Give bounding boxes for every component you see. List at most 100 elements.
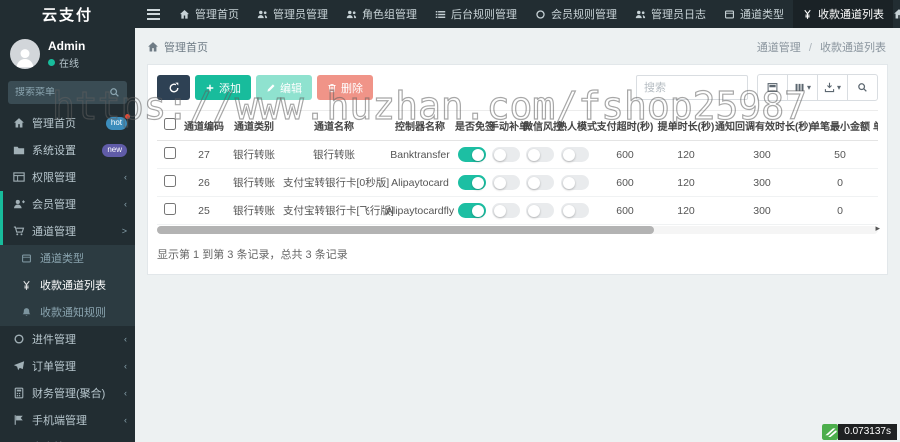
pencil-icon (267, 84, 275, 92)
toggle-微信风控[interactable] (526, 147, 554, 162)
toggle-手动补单[interactable] (492, 147, 520, 162)
toggle-是否免签[interactable] (458, 203, 486, 218)
columns-button[interactable]: ▾ (787, 74, 818, 101)
nav-item-label: 通道类型 (740, 9, 784, 21)
row-checkbox[interactable] (164, 147, 176, 159)
search-icon (858, 83, 867, 92)
sidebar-item-member[interactable]: 会员管理 ‹ (0, 190, 135, 218)
col-header: 微信风控 (523, 110, 563, 141)
nav-item-admin-manage[interactable]: 管理员管理 (248, 0, 337, 28)
thinkphp-logo-icon (822, 424, 839, 440)
nav-item-payment-channel-list[interactable]: 收款通道列表 (793, 0, 893, 28)
horizontal-scrollbar[interactable]: ▸ (157, 223, 880, 234)
app-logo: 云支付 (0, 0, 135, 28)
cell-notify: 300 (715, 196, 809, 225)
toggle-是否免签[interactable] (458, 175, 486, 190)
edit-button[interactable]: 编辑 (256, 75, 312, 100)
row-checkbox[interactable] (164, 203, 176, 215)
search-button[interactable] (847, 74, 878, 101)
nav-item-backend-rules[interactable]: 后台规则管理 (426, 0, 526, 28)
top-navbar: 云支付 管理首页 管理员管理 角色组管理 后台规则管理 会员规则管理 管理员日志 通道类型 收… (0, 0, 900, 28)
home-icon (894, 9, 900, 19)
col-header: 熟人模式 (557, 110, 597, 141)
select-all-checkbox[interactable] (164, 118, 176, 130)
sidebar-item-label: 会员管理 (32, 199, 76, 212)
scroll-right-arrow[interactable]: ▸ (875, 223, 880, 234)
user-avatar[interactable] (10, 38, 40, 69)
toggle-熟人模式[interactable] (561, 203, 589, 218)
sidebar-item-label: 权限管理 (32, 172, 76, 185)
nav-item-label: 管理员日志 (651, 9, 706, 21)
sidebar-item-article[interactable]: 文章管理‹ (0, 434, 135, 442)
breadcrumb-left-label[interactable]: 管理首页 (164, 39, 208, 55)
sidebar-item-admin-home[interactable]: 管理首页 hot (0, 110, 135, 137)
export-button[interactable]: ▾ (817, 74, 848, 101)
caret-down-icon: ▾ (806, 83, 811, 92)
sidebar-user-panel: Admin 在线 (0, 28, 135, 78)
refresh-button[interactable] (157, 75, 190, 100)
toggle-微信风控[interactable] (526, 203, 554, 218)
nav-item-label: 管理员管理 (273, 9, 328, 21)
cell-controller: Banktransfer (385, 140, 455, 169)
toggle-是否免签[interactable] (458, 147, 486, 162)
sidebar-item-system-settings[interactable]: 系统设置 new (0, 137, 135, 164)
main-content: 管理首页 通道管理 / 收款通道列表 添加 编辑 删除 ▾▾ (135, 28, 900, 442)
users-icon (635, 10, 646, 18)
nav-item-channel-type[interactable]: 通道类型 (715, 0, 793, 28)
toggle-熟人模式[interactable] (561, 175, 589, 190)
debug-trace-bar[interactable]: 0.073137s (822, 424, 897, 440)
col-header: 支付超时(秒) (593, 110, 657, 141)
money-icon (23, 280, 30, 290)
toggle-手动补单[interactable] (492, 203, 520, 218)
user-name: Admin (48, 39, 86, 53)
channel-table: 通道编码 通道类别 通道名称 控制器名称 是否免签 手动补单 微信风控 熟人模式 支付超时(秒)… (157, 110, 878, 225)
chevron-left-icon: ‹ (124, 361, 127, 372)
chevron-left-icon: ‹ (124, 199, 127, 210)
toggle-熟人模式[interactable] (561, 147, 589, 162)
col-header: 通知回调有效时长(秒) (715, 110, 812, 141)
box-icon (22, 254, 31, 263)
breadcrumb-parent[interactable]: 通道管理 (757, 42, 801, 54)
nav-item-admin-home[interactable]: 管理首页 (170, 0, 248, 28)
cell-name: 支付宝转银行卡[飞行版] (283, 196, 394, 225)
submenu-channel: 通道类型 收款通道列表 收款通知规则 (0, 244, 135, 326)
toggle-手动补单[interactable] (492, 175, 520, 190)
cell-timeout: 600 (593, 196, 657, 225)
toggle-微信风控[interactable] (526, 175, 554, 190)
trash-icon (327, 82, 337, 94)
sidebar-item-label: 手机端管理 (32, 415, 87, 428)
nav-item-member-rules[interactable]: 会员规则管理 (526, 0, 626, 28)
sidebar-item-merchant-entry[interactable]: 进件管理 ‹ (0, 326, 135, 353)
menu-search-input[interactable] (15, 86, 105, 98)
home-icon (180, 9, 189, 19)
scrollbar-thumb[interactable] (157, 226, 655, 234)
columns-icon (795, 83, 804, 92)
delete-button[interactable]: 删除 (317, 75, 373, 100)
col-header: 是否免签 (455, 110, 495, 141)
home-icon (13, 118, 24, 128)
add-button[interactable]: 添加 (195, 75, 251, 100)
sidebar-subitem-channel-type[interactable]: 通道类型 (0, 245, 135, 272)
sidebar-item-mobile[interactable]: 手机端管理 ‹ (0, 407, 135, 434)
sidebar-item-channel[interactable]: 通道管理 ˃ (0, 217, 135, 245)
view-detail-button[interactable] (757, 74, 788, 101)
sidebar-item-permission[interactable]: 权限管理 ‹ (0, 164, 135, 191)
sidebar-item-finance[interactable]: 财务管理(聚合) ‹ (0, 380, 135, 407)
sidebar-subitem-payment-channel-list[interactable]: 收款通道列表 (0, 272, 135, 299)
nav-item-admin-log[interactable]: 管理员日志 (626, 0, 715, 28)
sidebar-item-label: 进件管理 (32, 334, 76, 347)
cell-type: 银行转账 (225, 196, 283, 225)
table-search-input[interactable] (636, 75, 748, 100)
home-icon (148, 42, 158, 52)
home-shortcut-button[interactable] (893, 8, 900, 20)
export-icon (824, 82, 835, 93)
nav-item-role-group[interactable]: 角色组管理 (337, 0, 426, 28)
cart-icon (13, 226, 24, 236)
table-row: 25 银行转账 支付宝转银行卡[飞行版] Alipaytocardfly 600 120 3… (157, 196, 878, 225)
col-header: 控制器名称 (385, 110, 455, 141)
hamburger-icon (147, 8, 160, 20)
row-checkbox[interactable] (164, 175, 176, 187)
sidebar-toggle[interactable] (135, 0, 170, 28)
sidebar-subitem-payment-notify-rules[interactable]: 收款通知规则 (0, 299, 135, 326)
sidebar-item-order[interactable]: 订单管理 ‹ (0, 353, 135, 380)
